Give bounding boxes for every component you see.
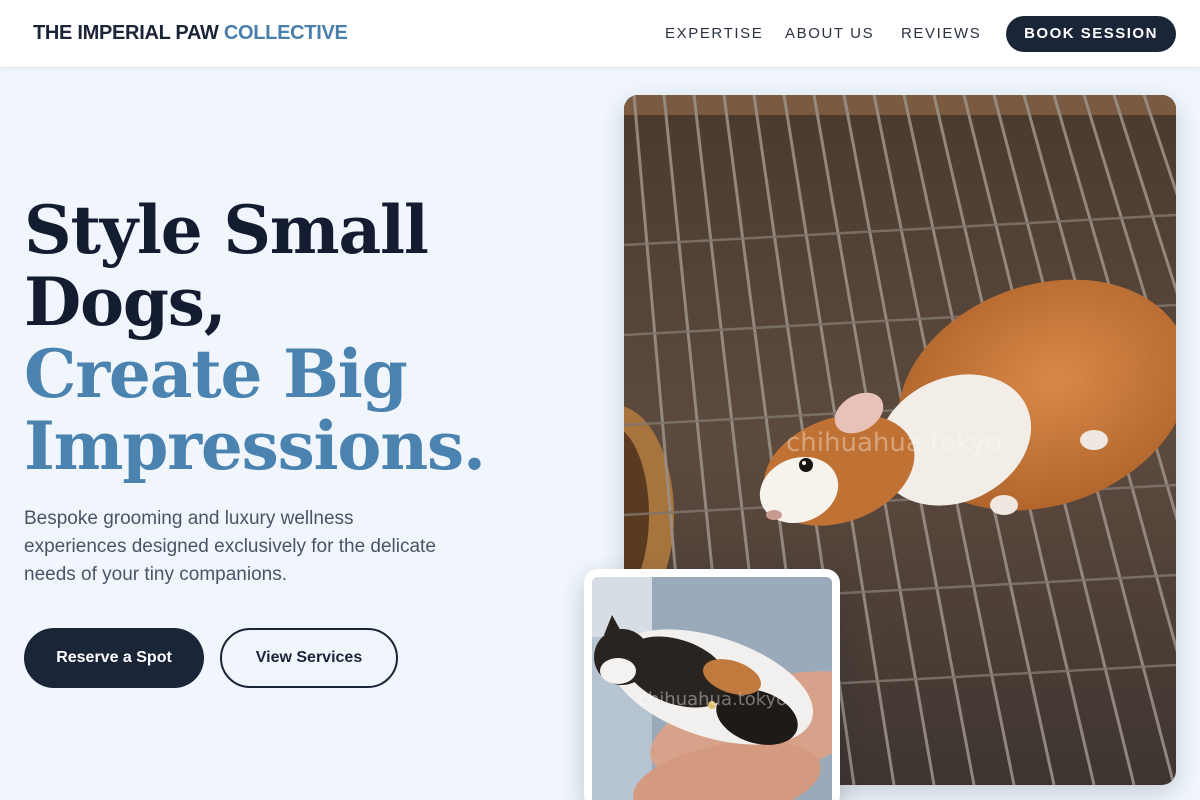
brand-name-accent: COLLECTIVE (223, 22, 348, 44)
hero-headline: Style Small Dogs, Create Big Impressions… (24, 191, 486, 485)
brand-logo[interactable]: THE IMPERIAL PAW COLLECTIVE (33, 22, 348, 45)
headline-line-1: Style Small (24, 191, 429, 269)
headline-line-4: Impressions. (24, 407, 486, 485)
nav-link-about-us[interactable]: ABOUT US (785, 25, 874, 42)
brand-name-main: THE IMPERIAL PAW (33, 22, 219, 44)
reserve-spot-button[interactable]: Reserve a Spot (24, 628, 204, 688)
kitten-photo: chihuahua.tokyo (592, 577, 832, 800)
nav-link-expertise[interactable]: EXPERTISE (665, 25, 763, 42)
nav-link-reviews[interactable]: REVIEWS (901, 25, 981, 42)
main-photo-watermark: chihuahua.tokyo (786, 428, 1002, 458)
view-services-button[interactable]: View Services (220, 628, 398, 688)
hero-subtext: Bespoke grooming and luxury wellness exp… (24, 508, 436, 585)
headline-line-2: Dogs, (24, 263, 227, 341)
inset-photo: chihuahua.tokyo (592, 577, 832, 800)
inset-photo-card: chihuahua.tokyo (584, 569, 840, 800)
top-navigation-bar: THE IMPERIAL PAW COLLECTIVE EXPERTISE AB… (0, 0, 1200, 68)
headline-line-3: Create Big (24, 335, 408, 413)
book-session-button[interactable]: BOOK SESSION (1006, 16, 1176, 52)
inset-photo-watermark: chihuahua.tokyo (638, 689, 787, 710)
